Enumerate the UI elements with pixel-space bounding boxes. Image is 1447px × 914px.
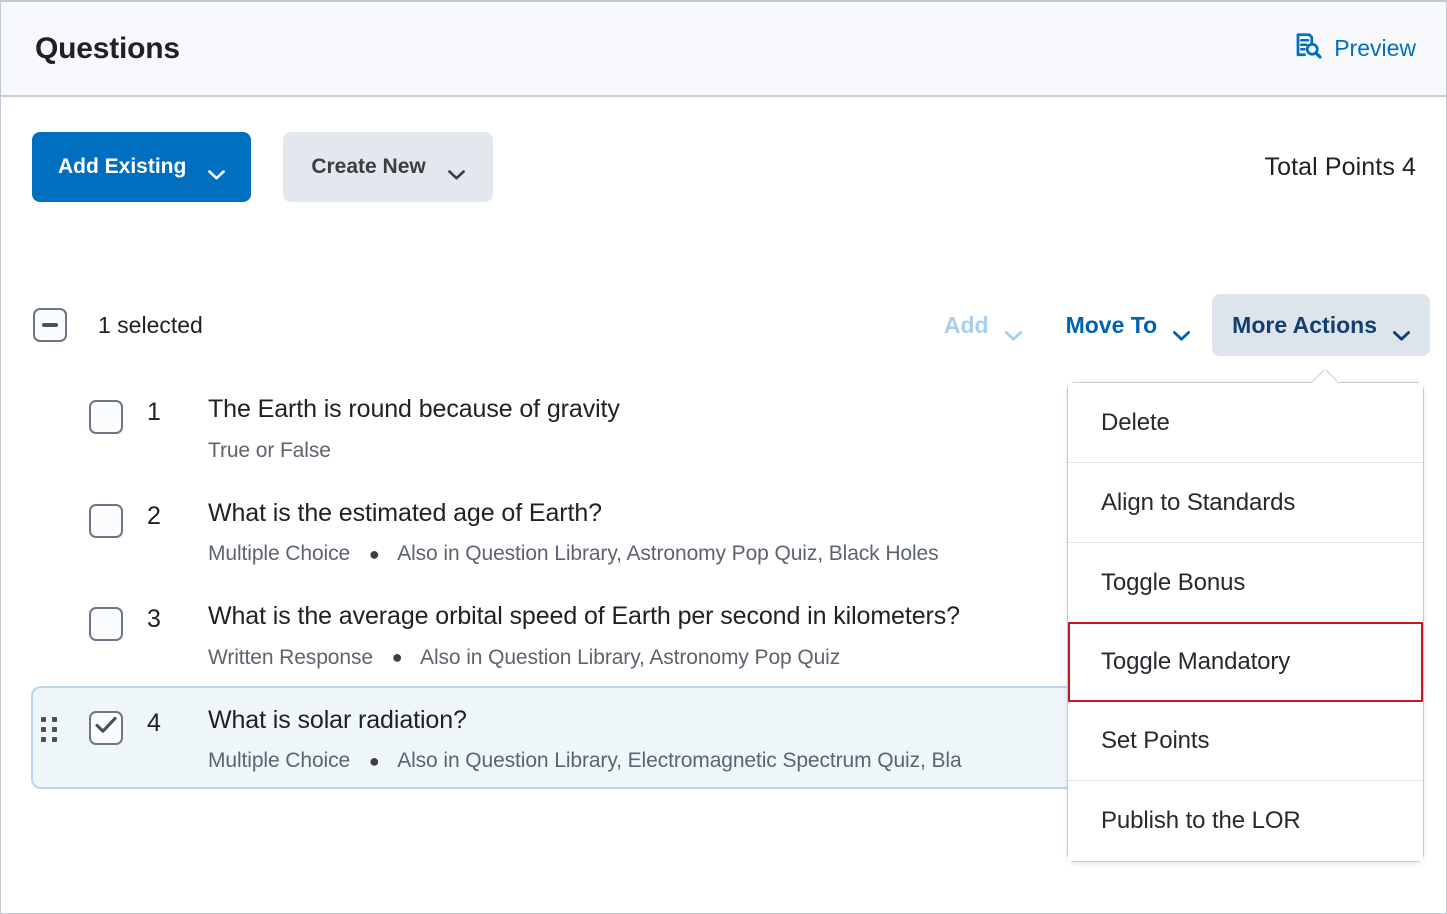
- menu-item-label: Align to Standards: [1101, 488, 1296, 516]
- question-type: Multiple Choice: [208, 542, 351, 565]
- question-type: Multiple Choice: [208, 749, 351, 772]
- create-new-button[interactable]: Create New: [283, 132, 493, 202]
- menu-item-set-points[interactable]: Set Points: [1068, 701, 1423, 781]
- more-actions-label: More Actions: [1232, 311, 1377, 338]
- menu-item-delete[interactable]: Delete: [1068, 383, 1423, 463]
- create-new-label: Create New: [311, 155, 426, 178]
- more-actions-menu: Delete Align to Standards Toggle Bonus T…: [1067, 382, 1424, 862]
- chevron-down-icon: [208, 162, 226, 180]
- menu-item-label: Publish to the LOR: [1101, 807, 1301, 834]
- action-toolbar: Add Existing Create New Total Points 4: [1, 97, 1446, 237]
- page-header: Questions Preview: [1, 2, 1446, 97]
- row-checkbox-wrapper: [89, 710, 123, 745]
- menu-item-label: Set Points: [1101, 726, 1210, 754]
- row-checkbox-wrapper: [89, 607, 123, 646]
- select-all-checkbox[interactable]: [33, 308, 67, 342]
- page-title: Questions: [35, 31, 180, 65]
- separator-dot-icon: ●: [368, 543, 380, 564]
- selected-count-label: 1 selected: [98, 311, 203, 338]
- chevron-down-icon: [1393, 320, 1410, 341]
- preview-label: Preview: [1334, 35, 1416, 61]
- total-points-label: Total Points 4: [1264, 152, 1416, 181]
- questions-page: Questions Preview Add Existing Create Ne…: [0, 0, 1447, 914]
- more-actions-dropdown-button[interactable]: More Actions: [1212, 294, 1430, 356]
- row-checkbox-wrapper: [89, 400, 123, 439]
- question-type: Written Response: [208, 645, 373, 669]
- preview-button[interactable]: Preview: [1293, 31, 1416, 67]
- document-search-icon: [1293, 31, 1323, 67]
- indeterminate-dash-icon: [42, 323, 58, 327]
- chevron-down-icon: [1173, 320, 1191, 341]
- question-index: 1: [147, 398, 161, 426]
- add-dropdown-button[interactable]: Add: [922, 294, 1044, 356]
- question-checkbox[interactable]: [89, 503, 123, 538]
- selection-toolbar: 1 selected Add Move To More Actions: [1, 285, 1446, 365]
- bulk-actions-group: Add Move To More Actions: [922, 294, 1430, 356]
- question-also-in: Also in Question Library, Astronomy Pop …: [397, 542, 939, 565]
- drag-handle-icon[interactable]: [41, 716, 67, 742]
- chevron-down-icon: [447, 162, 465, 180]
- menu-item-publish-to-the-lor[interactable]: Publish to the LOR: [1068, 781, 1423, 861]
- add-existing-button[interactable]: Add Existing: [32, 132, 252, 202]
- move-to-dropdown-button[interactable]: Move To: [1044, 294, 1213, 356]
- separator-dot-icon: ●: [391, 647, 403, 668]
- row-checkbox-wrapper: [89, 503, 123, 543]
- question-index: 2: [147, 501, 161, 530]
- add-existing-label: Add Existing: [58, 155, 187, 178]
- menu-item-align-to-standards[interactable]: Align to Standards: [1068, 463, 1423, 543]
- menu-item-label: Delete: [1101, 408, 1170, 436]
- question-checkbox[interactable]: [89, 400, 123, 434]
- question-index: 4: [147, 708, 161, 737]
- menu-item-label: Toggle Bonus: [1101, 568, 1246, 596]
- question-type: True or False: [208, 438, 331, 462]
- move-to-label: Move To: [1065, 311, 1158, 338]
- menu-item-toggle-bonus[interactable]: Toggle Bonus: [1068, 543, 1423, 623]
- checkmark-icon: [95, 716, 117, 739]
- question-checkbox[interactable]: [89, 607, 123, 641]
- add-label: Add: [943, 311, 989, 338]
- menu-item-label: Toggle Mandatory: [1101, 648, 1291, 675]
- question-index: 3: [147, 605, 161, 633]
- chevron-down-icon: [1004, 320, 1022, 341]
- menu-item-toggle-mandatory[interactable]: Toggle Mandatory: [1068, 622, 1423, 702]
- menu-pointer-arrow: [1311, 370, 1337, 383]
- question-also-in: Also in Question Library, Electromagneti…: [397, 749, 962, 772]
- question-checkbox[interactable]: [89, 710, 123, 745]
- question-also-in: Also in Question Library, Astronomy Pop …: [420, 645, 841, 669]
- separator-dot-icon: ●: [368, 750, 380, 771]
